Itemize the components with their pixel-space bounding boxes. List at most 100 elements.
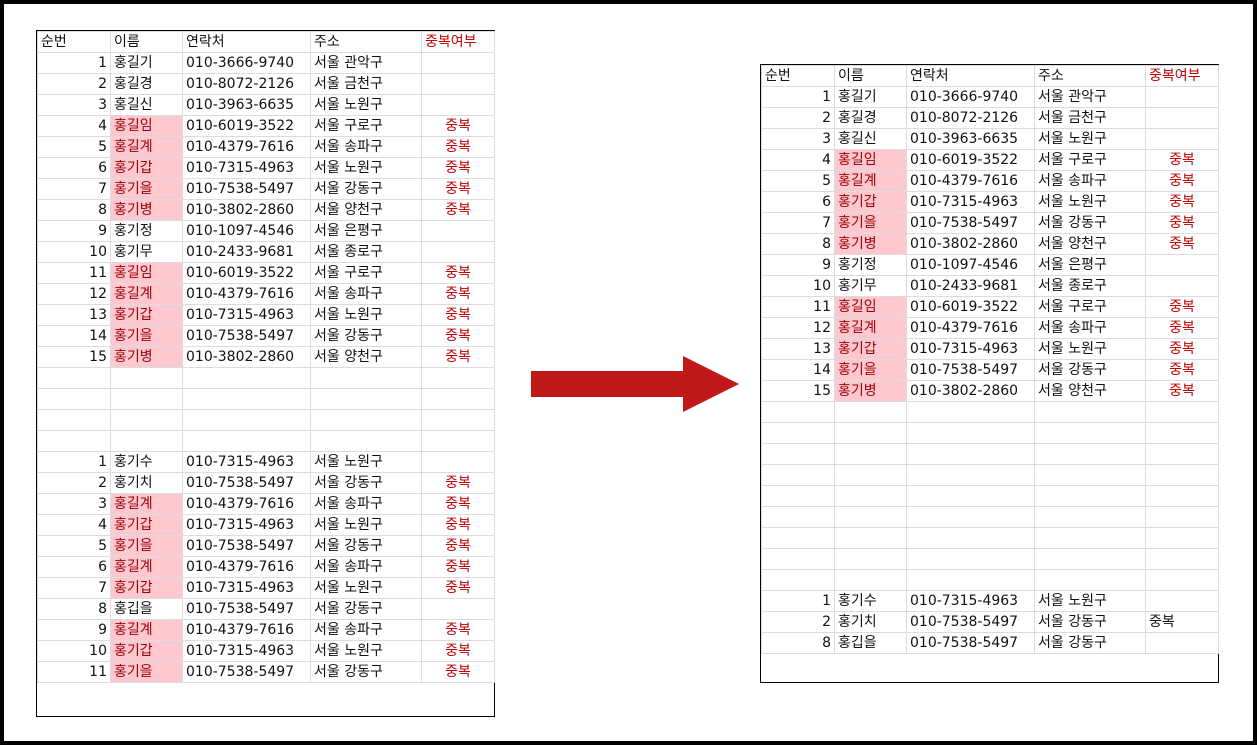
cell-address[interactable] <box>1034 485 1146 507</box>
cell-no[interactable]: 1 <box>37 451 111 473</box>
cell-address[interactable]: 서울 강동구 <box>310 178 422 200</box>
cell-phone[interactable]: 010-1097-4546 <box>906 254 1035 276</box>
cell-name[interactable]: 홍깁을 <box>834 632 907 654</box>
cell-name[interactable]: 홍기정 <box>834 254 907 276</box>
cell-phone[interactable]: 010-6019-3522 <box>182 262 311 284</box>
cell-duplicate[interactable]: 중복 <box>421 619 495 641</box>
cell-phone[interactable]: 010-3802-2860 <box>182 346 311 368</box>
col-header-duplicate[interactable]: 중복여부 <box>1145 65 1219 87</box>
cell-address[interactable]: 서울 강동구 <box>310 472 422 494</box>
cell-address[interactable] <box>1034 422 1146 444</box>
cell-duplicate[interactable]: 중복 <box>421 640 495 662</box>
cell-name[interactable]: 홍길계 <box>110 136 183 158</box>
cell-name[interactable]: 홍길신 <box>110 94 183 116</box>
cell-address[interactable]: 서울 강동구 <box>310 325 422 347</box>
cell-name[interactable]: 홍기갑 <box>110 514 183 536</box>
cell-no[interactable] <box>761 422 835 444</box>
cell-duplicate[interactable] <box>1145 590 1219 612</box>
cell-phone[interactable] <box>182 367 311 389</box>
cell-no[interactable]: 7 <box>37 178 111 200</box>
cell-address[interactable] <box>310 430 422 452</box>
cell-name[interactable]: 홍기을 <box>834 359 907 381</box>
cell-address[interactable] <box>310 388 422 410</box>
cell-no[interactable]: 12 <box>37 283 111 305</box>
cell-duplicate[interactable] <box>1145 527 1219 549</box>
cell-phone[interactable]: 010-7538-5497 <box>182 535 311 557</box>
cell-duplicate[interactable]: 중복 <box>421 661 495 683</box>
cell-no[interactable]: 1 <box>761 86 835 108</box>
cell-no[interactable] <box>37 367 111 389</box>
cell-duplicate[interactable] <box>421 52 495 74</box>
cell-name[interactable]: 홍기갑 <box>110 640 183 662</box>
cell-name[interactable]: 홍기병 <box>834 233 907 255</box>
cell-duplicate[interactable]: 중복 <box>421 493 495 515</box>
cell-phone[interactable] <box>906 443 1035 465</box>
cell-address[interactable]: 서울 금천구 <box>1034 107 1146 129</box>
cell-no[interactable] <box>37 388 111 410</box>
cell-phone[interactable]: 010-4379-7616 <box>182 619 311 641</box>
cell-phone[interactable]: 010-3802-2860 <box>906 380 1035 402</box>
cell-phone[interactable]: 010-6019-3522 <box>906 296 1035 318</box>
cell-no[interactable]: 5 <box>37 136 111 158</box>
cell-phone[interactable] <box>182 409 311 431</box>
cell-name[interactable]: 홍깁을 <box>110 598 183 620</box>
cell-duplicate[interactable]: 중복 <box>421 178 495 200</box>
cell-phone[interactable]: 010-7315-4963 <box>182 577 311 599</box>
col-header-no[interactable]: 순번 <box>761 65 835 87</box>
cell-name[interactable]: 홍기갑 <box>110 304 183 326</box>
cell-phone[interactable]: 010-3802-2860 <box>182 199 311 221</box>
cell-no[interactable]: 13 <box>761 338 835 360</box>
cell-phone[interactable]: 010-4379-7616 <box>906 317 1035 339</box>
cell-no[interactable]: 11 <box>37 262 111 284</box>
cell-no[interactable]: 3 <box>761 128 835 150</box>
cell-duplicate[interactable]: 중복 <box>1145 296 1219 318</box>
cell-no[interactable]: 4 <box>37 115 111 137</box>
cell-duplicate[interactable] <box>421 388 495 410</box>
cell-phone[interactable]: 010-3963-6635 <box>182 94 311 116</box>
cell-phone[interactable] <box>906 464 1035 486</box>
cell-phone[interactable]: 010-7538-5497 <box>182 661 311 683</box>
cell-address[interactable]: 서울 송파구 <box>310 619 422 641</box>
cell-no[interactable]: 2 <box>761 611 835 633</box>
cell-duplicate[interactable]: 중복 <box>1145 233 1219 255</box>
cell-name[interactable]: 홍길계 <box>834 317 907 339</box>
col-header-address[interactable]: 주소 <box>1034 65 1146 87</box>
cell-phone[interactable]: 010-4379-7616 <box>182 493 311 515</box>
cell-address[interactable]: 서울 송파구 <box>310 283 422 305</box>
cell-no[interactable]: 14 <box>761 359 835 381</box>
cell-no[interactable]: 8 <box>761 233 835 255</box>
cell-phone[interactable]: 010-4379-7616 <box>182 136 311 158</box>
cell-duplicate[interactable]: 중복 <box>421 346 495 368</box>
cell-no[interactable] <box>761 569 835 591</box>
cell-duplicate[interactable]: 중복 <box>1145 359 1219 381</box>
cell-duplicate[interactable] <box>1145 254 1219 276</box>
cell-no[interactable]: 6 <box>37 556 111 578</box>
cell-duplicate[interactable] <box>1145 485 1219 507</box>
cell-address[interactable]: 서울 송파구 <box>1034 170 1146 192</box>
cell-phone[interactable]: 010-2433-9681 <box>182 241 311 263</box>
cell-name[interactable]: 홍길계 <box>110 493 183 515</box>
cell-phone[interactable]: 010-7315-4963 <box>906 590 1035 612</box>
cell-duplicate[interactable]: 중복 <box>421 136 495 158</box>
cell-name[interactable]: 홍길기 <box>834 86 907 108</box>
cell-no[interactable] <box>761 443 835 465</box>
cell-phone[interactable]: 010-4379-7616 <box>906 170 1035 192</box>
cell-address[interactable]: 서울 노원구 <box>310 94 422 116</box>
cell-no[interactable] <box>37 409 111 431</box>
cell-phone[interactable]: 010-7538-5497 <box>906 212 1035 234</box>
cell-name[interactable]: 홍길계 <box>110 556 183 578</box>
cell-name[interactable]: 홍기을 <box>834 212 907 234</box>
cell-address[interactable]: 서울 양천구 <box>1034 233 1146 255</box>
cell-phone[interactable]: 010-7315-4963 <box>182 451 311 473</box>
cell-phone[interactable]: 010-7538-5497 <box>182 325 311 347</box>
cell-no[interactable] <box>761 506 835 528</box>
cell-address[interactable] <box>1034 506 1146 528</box>
cell-address[interactable] <box>1034 443 1146 465</box>
cell-address[interactable]: 서울 노원구 <box>1034 191 1146 213</box>
cell-no[interactable] <box>37 430 111 452</box>
cell-phone[interactable]: 010-3666-9740 <box>906 86 1035 108</box>
cell-address[interactable]: 서울 구로구 <box>1034 296 1146 318</box>
cell-duplicate[interactable]: 중복 <box>1145 191 1219 213</box>
cell-duplicate[interactable] <box>1145 401 1219 423</box>
cell-duplicate[interactable]: 중복 <box>421 115 495 137</box>
